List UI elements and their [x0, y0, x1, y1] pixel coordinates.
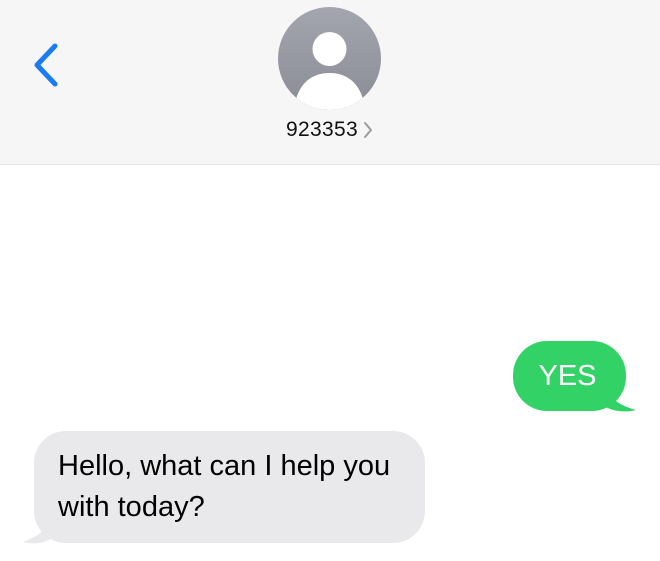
contact-name: 923353: [286, 118, 358, 141]
message-text: YES: [538, 359, 597, 392]
sent-message-bubble[interactable]: YES: [513, 341, 626, 411]
message-text: Hello, what can I help you with today?: [58, 450, 391, 523]
conversation-header: 923353: [0, 0, 660, 165]
chevron-right-icon: [362, 120, 374, 140]
person-silhouette-icon: [278, 7, 381, 110]
chevron-left-icon: [24, 38, 68, 92]
back-button[interactable]: [24, 38, 68, 92]
contact-details-link[interactable]: 923353: [0, 118, 660, 142]
messages-conversation-screen: 923353 YES Hello, what can I help you wi…: [0, 0, 660, 561]
contact-avatar[interactable]: [278, 7, 381, 110]
received-message-bubble[interactable]: Hello, what can I help you with today?: [34, 431, 425, 543]
